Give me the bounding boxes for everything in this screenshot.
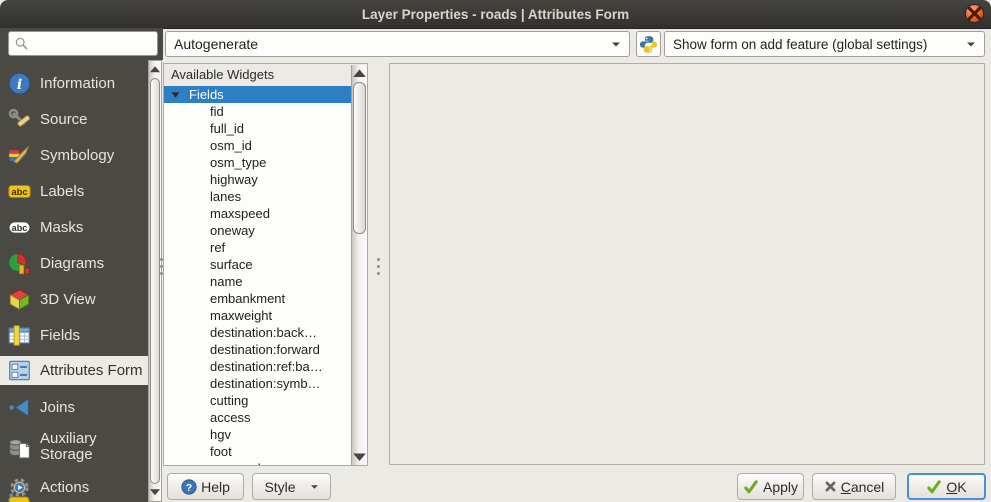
sidebar-item-3d-view[interactable]: 3D View <box>0 281 148 317</box>
tree-item-field-surface[interactable]: surface <box>164 256 367 273</box>
search-icon <box>14 36 29 51</box>
close-button[interactable] <box>965 4 984 23</box>
tree-item-field-osm-id[interactable]: osm_id <box>164 137 367 154</box>
diagrams-icon <box>8 252 31 275</box>
tree-item-field-maxweight[interactable]: maxweight <box>164 307 367 324</box>
tree-item-field-full-id[interactable]: full_id <box>164 120 367 137</box>
sidebar-item-joins[interactable]: Joins <box>0 389 148 425</box>
tree-item-field-maxspeed[interactable]: maxspeed <box>164 205 367 222</box>
search-box[interactable] <box>8 31 158 56</box>
source-icon <box>8 108 31 131</box>
available-widgets-panel: Available Widgets Fields fid full_id osm… <box>163 63 368 466</box>
svg-text:?: ? <box>186 481 192 493</box>
information-icon: i <box>8 72 31 95</box>
sidebar-item-information[interactable]: i Information <box>0 65 148 101</box>
properties-sidebar: i Information Source Symbology abc Label… <box>0 60 148 502</box>
titlebar[interactable]: Layer Properties - roads | Attributes Fo… <box>0 0 991 29</box>
close-icon <box>966 5 983 22</box>
scroll-down-button[interactable] <box>149 485 161 500</box>
widgets-scrollbar[interactable] <box>351 65 367 466</box>
tree-item-field-destination-forward[interactable]: destination:forward <box>164 341 367 358</box>
tree-item-field-embankment[interactable]: embankment <box>164 290 367 307</box>
cross-icon <box>824 480 837 493</box>
tree-item-field-sac-scale[interactable]: sac_scale <box>164 460 367 466</box>
tree-item-field-hgv[interactable]: hgv <box>164 426 367 443</box>
sidebar-item-fields[interactable]: Fields <box>0 317 148 353</box>
tree-item-field-osm-type[interactable]: osm_type <box>164 154 367 171</box>
tree-item-field-foot[interactable]: foot <box>164 443 367 460</box>
style-button[interactable]: Style <box>252 473 331 500</box>
svg-text:i: i <box>17 76 22 92</box>
help-icon: ? <box>181 479 197 495</box>
display-icon <box>8 496 30 502</box>
sidebar-scrollbar[interactable] <box>148 60 162 502</box>
svg-text:abc: abc <box>11 187 27 198</box>
auxiliary-storage-icon <box>8 436 31 459</box>
form-layout-area <box>389 63 985 465</box>
splitter-handle[interactable] <box>377 258 380 261</box>
layout-dropdown-value: Autogenerate <box>174 36 605 52</box>
sidebar-item-source[interactable]: Source <box>0 101 148 137</box>
tree-item-field-lanes[interactable]: lanes <box>164 188 367 205</box>
check-icon <box>743 479 759 495</box>
fields-icon <box>8 324 31 347</box>
available-widgets-title: Available Widgets <box>164 64 367 86</box>
tree-item-field-ref[interactable]: ref <box>164 239 367 256</box>
triangle-up-icon <box>149 65 161 73</box>
python-init-function-button[interactable] <box>636 31 661 57</box>
masks-icon: abc <box>8 216 31 239</box>
symbology-icon <box>8 144 31 167</box>
sidebar-item-masks[interactable]: abc Masks <box>0 209 148 245</box>
tree-item-field-destination-back-[interactable]: destination:back… <box>164 324 367 341</box>
joins-icon <box>8 396 31 419</box>
attributes-form-icon <box>8 359 31 382</box>
check-icon <box>926 479 942 495</box>
three-d-view-icon <box>8 288 31 311</box>
sidebar-item-auxiliary-storage[interactable]: Auxiliary Storage <box>0 425 148 469</box>
triangle-down-icon <box>352 452 367 463</box>
chevron-down-icon <box>310 484 319 490</box>
tree-item-field-cutting[interactable]: cutting <box>164 392 367 409</box>
labels-icon: abc <box>8 180 31 203</box>
window-title: Layer Properties - roads | Attributes Fo… <box>362 7 629 22</box>
sidebar-item-attributes-form[interactable]: Attributes Form <box>0 356 148 385</box>
scroll-up-button[interactable] <box>352 66 367 81</box>
svg-text:abc: abc <box>12 222 28 232</box>
scrollbar-thumb[interactable] <box>150 78 160 484</box>
layer-properties-dialog: Layer Properties - roads | Attributes Fo… <box>0 0 991 502</box>
fields-tree: fid full_id osm_id osm_type highway <box>164 103 367 466</box>
apply-button[interactable]: Apply <box>737 473 804 500</box>
chevron-expanded-icon[interactable] <box>171 91 180 99</box>
sidebar-item-diagrams[interactable]: Diagrams <box>0 245 148 281</box>
show-form-dropdown-value: Show form on add feature (global setting… <box>673 37 960 52</box>
help-button[interactable]: ? Help <box>167 473 244 500</box>
layout-dropdown[interactable]: Autogenerate <box>165 31 630 57</box>
cancel-button[interactable]: Cancel <box>812 473 896 500</box>
chevron-down-icon <box>611 41 621 48</box>
tree-item-field-destination-ref-ba-[interactable]: destination:ref:ba… <box>164 358 367 375</box>
tree-item-fields-group[interactable]: Fields <box>164 86 367 103</box>
tree-item-field-access[interactable]: access <box>164 409 367 426</box>
scroll-down-button[interactable] <box>352 450 367 465</box>
triangle-up-icon <box>352 68 367 79</box>
tree-item-field-oneway[interactable]: oneway <box>164 222 367 239</box>
tree-item-field-name[interactable]: name <box>164 273 367 290</box>
ok-button[interactable]: OK <box>907 473 986 500</box>
scrollbar-thumb[interactable] <box>353 82 366 234</box>
sidebar-item-symbology[interactable]: Symbology <box>0 137 148 173</box>
search-input[interactable] <box>29 36 157 51</box>
sidebar-item-labels[interactable]: abc Labels <box>0 173 148 209</box>
chevron-down-icon <box>966 41 976 48</box>
triangle-down-icon <box>149 488 161 496</box>
tree-item-field-destination-symb-[interactable]: destination:symb… <box>164 375 367 392</box>
tree-item-field-fid[interactable]: fid <box>164 103 367 120</box>
python-icon <box>639 35 658 54</box>
scroll-up-button[interactable] <box>149 62 161 77</box>
tree-item-field-highway[interactable]: highway <box>164 171 367 188</box>
show-form-dropdown[interactable]: Show form on add feature (global setting… <box>664 31 985 57</box>
